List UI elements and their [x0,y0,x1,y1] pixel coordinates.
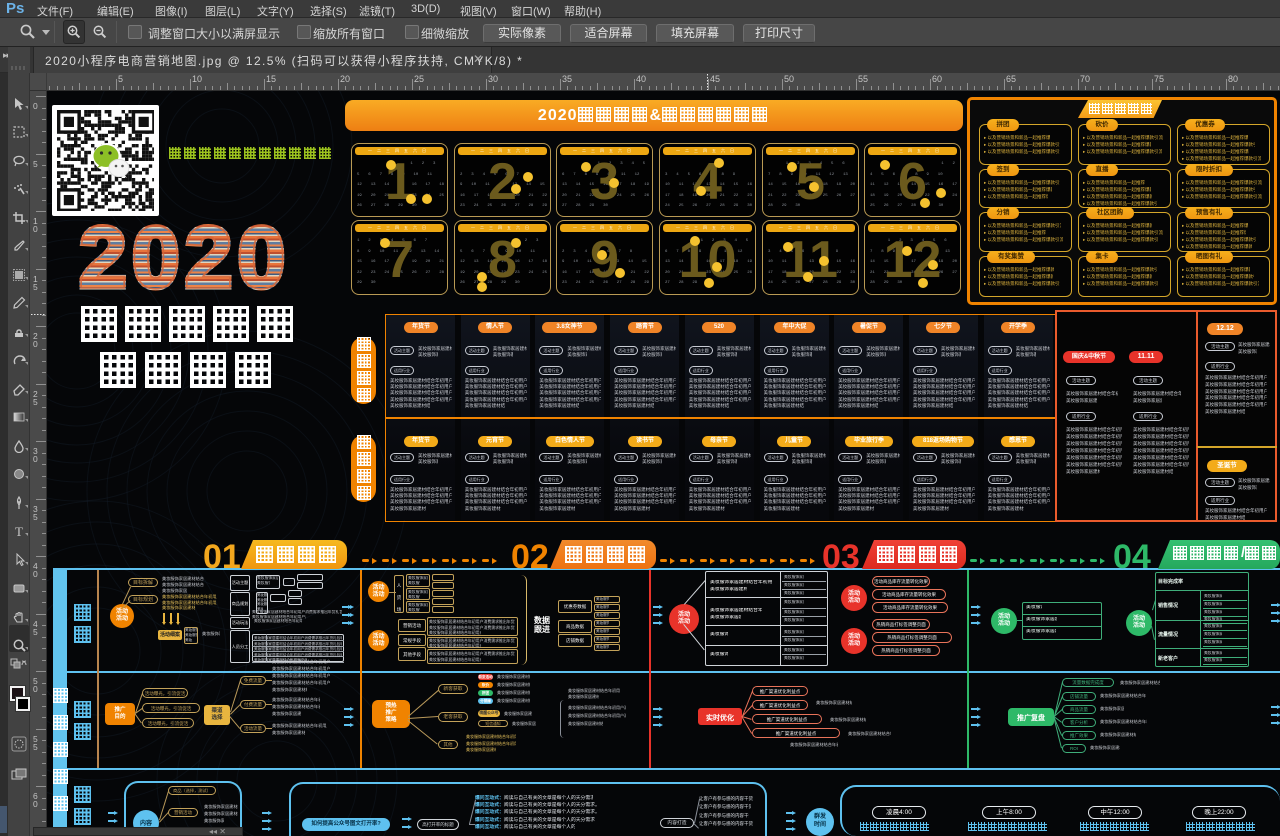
svg-text:T: T [15,524,23,538]
